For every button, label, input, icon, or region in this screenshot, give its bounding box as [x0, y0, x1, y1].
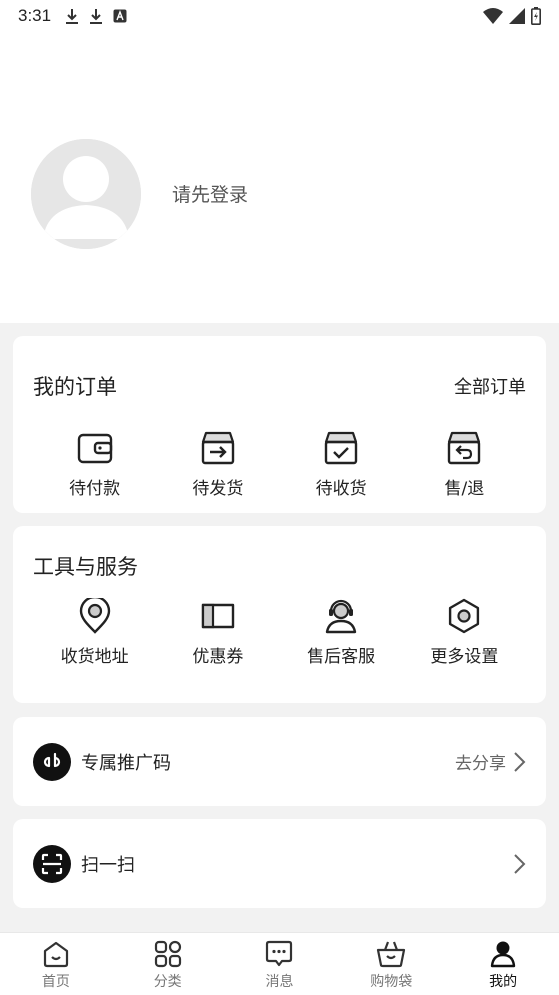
chevron-right-icon — [514, 751, 526, 772]
order-pending-payment[interactable]: 待付款 — [33, 428, 156, 499]
signal-icon — [509, 8, 525, 24]
status-notification-icons — [65, 8, 127, 24]
gear-icon — [444, 596, 484, 636]
wifi-icon — [483, 8, 503, 24]
default-avatar-icon — [31, 139, 141, 249]
tools-card: 工具与服务 收货地址 优惠券 售后客服 更多设置 — [13, 526, 546, 703]
box-return-icon — [444, 428, 484, 468]
tab-label: 我的 — [489, 974, 518, 990]
tool-customer-service[interactable]: 售后客服 — [280, 596, 403, 667]
status-bar: 3:31 — [0, 0, 559, 32]
tab-category[interactable]: 分类 — [112, 933, 224, 995]
orders-grid: 待付款 待发货 待收货 售/退 — [33, 428, 526, 499]
battery-icon — [531, 7, 541, 25]
tools-grid: 收货地址 优惠券 售后客服 更多设置 — [33, 596, 526, 667]
scan-action[interactable] — [512, 853, 526, 875]
order-item-label: 售/退 — [444, 479, 485, 499]
status-system-icons — [483, 7, 541, 25]
scan-icon — [33, 844, 71, 883]
scan-row[interactable]: 扫一扫 — [13, 819, 546, 908]
tab-label: 消息 — [265, 974, 294, 990]
orders-title: 我的订单 — [33, 375, 117, 399]
order-pending-receipt[interactable]: 待收货 — [280, 428, 403, 499]
share-label: 去分享 — [455, 754, 506, 774]
tool-more-settings[interactable]: 更多设置 — [403, 596, 526, 667]
coupon-icon — [198, 596, 238, 636]
bottom-tab-bar: 首页 分类 消息 购物袋 我的 — [0, 932, 559, 995]
wallet-icon — [75, 428, 115, 468]
scan-label: 扫一扫 — [81, 854, 135, 876]
order-item-label: 待付款 — [69, 479, 121, 499]
order-pending-shipment[interactable]: 待发货 — [156, 428, 279, 499]
download-icon — [90, 9, 103, 24]
profile-header: 请先登录 — [0, 32, 559, 323]
tool-item-label: 收货地址 — [60, 647, 129, 667]
promo-code-label: 专属推广码 — [81, 752, 171, 774]
all-orders-link[interactable]: 全部订单 — [454, 373, 526, 399]
tool-address[interactable]: 收货地址 — [33, 596, 156, 667]
share-action[interactable]: 去分享 — [455, 749, 526, 774]
tab-mine[interactable]: 我的 — [447, 933, 559, 995]
order-item-label: 待发货 — [192, 479, 244, 499]
home-icon — [43, 941, 68, 968]
login-prompt[interactable]: 请先登录 — [172, 180, 248, 207]
tool-item-label: 更多设置 — [430, 647, 499, 667]
tool-item-label: 售后客服 — [307, 647, 376, 667]
tool-item-label: 优惠券 — [192, 647, 244, 667]
tab-label: 购物袋 — [370, 974, 413, 990]
message-icon — [266, 940, 293, 967]
order-after-sale[interactable]: 售/退 — [403, 428, 526, 499]
tab-shopping-bag[interactable]: 购物袋 — [335, 933, 447, 995]
download-icon — [66, 9, 79, 24]
category-icon — [154, 940, 181, 968]
orders-card: 我的订单 全部订单 待付款 待发货 待收货 售/退 — [13, 336, 546, 513]
tab-label: 分类 — [153, 974, 182, 990]
tab-label: 首页 — [41, 974, 70, 990]
a-icon — [113, 9, 127, 23]
tab-home[interactable]: 首页 — [0, 933, 112, 995]
order-item-label: 待收货 — [315, 479, 367, 499]
box-ship-icon — [198, 428, 238, 468]
tools-title: 工具与服务 — [33, 555, 138, 579]
promo-code-row[interactable]: 专属推广码 去分享 — [13, 717, 546, 806]
basket-icon — [377, 941, 406, 968]
box-check-icon — [321, 428, 361, 468]
tab-messages[interactable]: 消息 — [224, 933, 336, 995]
link-icon — [33, 742, 71, 781]
tool-coupon[interactable]: 优惠券 — [156, 596, 279, 667]
chevron-right-icon — [514, 853, 526, 874]
user-icon — [490, 941, 516, 968]
status-time: 3:31 — [18, 6, 52, 25]
location-icon — [75, 596, 115, 636]
avatar[interactable] — [31, 139, 141, 249]
headset-icon — [321, 596, 361, 636]
